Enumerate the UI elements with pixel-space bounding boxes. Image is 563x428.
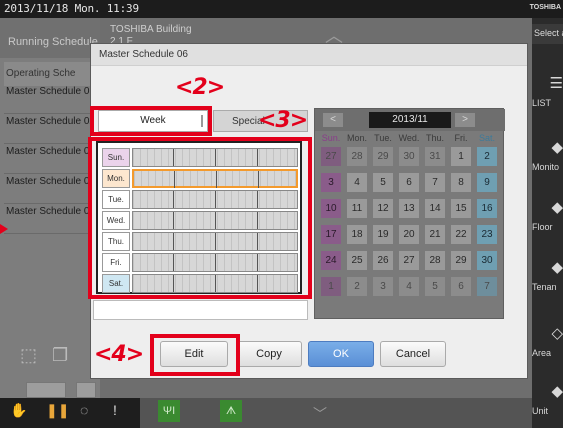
calendar-day[interactable]: 29 — [373, 147, 393, 166]
calendar-day[interactable]: 27 — [321, 147, 341, 166]
calendar-day[interactable]: 25 — [347, 251, 367, 270]
calendar-day[interactable]: 15 — [451, 199, 471, 218]
calendar-day[interactable]: 30 — [399, 147, 419, 166]
people-icon[interactable]: ᗑ — [220, 400, 242, 422]
hand-icon[interactable]: ✋ — [10, 402, 27, 419]
arrow-indicator-icon — [0, 224, 8, 234]
annotation-box-4 — [150, 334, 240, 376]
annotation-label-3: <3> — [258, 108, 308, 133]
tenant-icon: ◆ — [551, 259, 563, 276]
calendar-day[interactable]: 31 — [425, 147, 445, 166]
schedule-list-item[interactable]: Master Schedule 04 — [4, 174, 100, 204]
operating-schedule-header: Operating Sche — [4, 62, 100, 86]
list-icon: ☰ — [549, 75, 563, 92]
calendar-weekday-label: Mon. — [346, 133, 367, 143]
monitor-icon: ◆ — [551, 139, 563, 156]
calendar-day[interactable]: 14 — [425, 199, 445, 218]
restaurant-icon[interactable]: ΨΙ — [158, 400, 180, 422]
sidebar-item-unit[interactable]: ◆ Unit — [532, 368, 563, 428]
spinner-icon[interactable]: ◌ — [80, 402, 88, 418]
alert-icon[interactable]: ! — [113, 402, 117, 418]
calendar-day[interactable]: 27 — [399, 251, 419, 270]
schedule-side-panel: Running Schedule Operating Sche Master S… — [0, 18, 100, 398]
calendar-day[interactable]: 3 — [373, 277, 393, 296]
calendar-month: 2013/11 — [369, 112, 451, 128]
calendar-day[interactable]: 22 — [451, 225, 471, 244]
calendar-day[interactable]: 29 — [451, 251, 471, 270]
prev-month-button[interactable]: < — [323, 113, 343, 127]
calendar-day[interactable]: 2 — [477, 147, 497, 166]
move-icon[interactable]: ⬚ — [20, 345, 37, 365]
calendar-day[interactable]: 6 — [399, 173, 419, 192]
top-bar: 2013/11/18 Mon. 11:39 TOSHIBA — [0, 0, 563, 18]
calendar-day[interactable]: 5 — [373, 173, 393, 192]
calendar-day[interactable]: 24 — [321, 251, 341, 270]
copy-button[interactable]: Copy — [236, 341, 302, 367]
calendar-day[interactable]: 30 — [477, 251, 497, 270]
select-all-button[interactable]: Select a — [532, 24, 563, 44]
scroll-down-icon[interactable]: ﹀ — [313, 404, 327, 424]
datetime-display: 2013/11/18 Mon. 11:39 — [4, 2, 139, 15]
calendar-weekday-label: Fri. — [454, 133, 468, 143]
dialog-title: Master Schedule 06 — [91, 44, 527, 66]
schedule-list-item[interactable]: Master Schedule 03 — [4, 144, 100, 174]
left-panel-button[interactable] — [76, 382, 96, 398]
calendar-day[interactable]: 13 — [399, 199, 419, 218]
ok-button[interactable]: OK — [308, 341, 374, 367]
next-month-button[interactable]: > — [455, 113, 475, 127]
calendar-panel: < 2013/11 > Sun. Mon. Tue. Wed. Thu. Fri. Sat.… — [314, 108, 505, 319]
calendar-day[interactable]: 21 — [425, 225, 445, 244]
annotation-box-3 — [88, 137, 312, 299]
annotation-label-2: <2> — [175, 75, 225, 100]
copy-icon[interactable]: ❐ — [52, 345, 68, 365]
pause-icon[interactable]: ❚❚ — [46, 402, 69, 419]
calendar-day[interactable]: 12 — [373, 199, 393, 218]
unit-icon: ◆ — [551, 383, 563, 400]
running-schedule-tab[interactable]: Running Schedule — [0, 18, 100, 58]
calendar-weekday-label: Tue. — [374, 133, 392, 143]
calendar-day[interactable]: 19 — [373, 225, 393, 244]
calendar-day[interactable]: 16 — [477, 199, 497, 218]
calendar-weekday-label: Sun. — [321, 133, 341, 143]
area-icon: ◇ — [551, 325, 563, 342]
calendar-day[interactable]: 2 — [347, 277, 367, 296]
calendar-day[interactable]: 1 — [321, 277, 341, 296]
calendar-day[interactable]: 9 — [477, 173, 497, 192]
tool-icons: ⬚ ❐ — [20, 345, 68, 366]
left-panel-button[interactable] — [26, 382, 66, 398]
calendar-day[interactable]: 10 — [321, 199, 341, 218]
sidebar-item-list[interactable]: ☰ LIST — [532, 60, 563, 130]
calendar-day[interactable]: 20 — [399, 225, 419, 244]
annotation-label-4: <4> — [94, 342, 144, 367]
calendar-day[interactable]: 8 — [451, 173, 471, 192]
calendar-day[interactable]: 18 — [347, 225, 367, 244]
calendar-day[interactable]: 11 — [347, 199, 367, 218]
calendar-day[interactable]: 1 — [451, 147, 471, 166]
sidebar-item-tenant[interactable]: ◆ Tenan — [532, 244, 563, 314]
calendar-day[interactable]: 3 — [321, 173, 341, 192]
schedule-list-item[interactable]: Master Schedule 05 — [4, 204, 100, 234]
calendar-weekday-label: Thu. — [425, 133, 444, 143]
calendar-day[interactable]: 28 — [425, 251, 445, 270]
calendar-weekday-label: Wed. — [398, 133, 420, 143]
schedule-list-item[interactable]: Master Schedule 01 — [4, 84, 100, 114]
schedule-list-item[interactable]: Master Schedule 02 — [4, 114, 100, 144]
schedule-info-field — [93, 300, 308, 320]
calendar-weekday-label: Sat. — [478, 133, 495, 143]
calendar-day[interactable]: 4 — [347, 173, 367, 192]
cancel-button[interactable]: Cancel — [380, 341, 446, 367]
floor-icon: ◆ — [551, 199, 563, 216]
calendar-day[interactable]: 28 — [347, 147, 367, 166]
calendar-day[interactable]: 7 — [425, 173, 445, 192]
calendar-day[interactable]: 7 — [477, 277, 497, 296]
calendar-day[interactable]: 6 — [451, 277, 471, 296]
calendar-header: < 2013/11 > — [315, 109, 505, 131]
calendar-day[interactable]: 17 — [321, 225, 341, 244]
calendar-day[interactable]: 23 — [477, 225, 497, 244]
brand-logo: TOSHIBA — [529, 4, 561, 11]
calendar-day[interactable]: 4 — [399, 277, 419, 296]
calendar-day[interactable]: 5 — [425, 277, 445, 296]
annotation-box-2 — [90, 106, 212, 136]
calendar-day[interactable]: 26 — [373, 251, 393, 270]
